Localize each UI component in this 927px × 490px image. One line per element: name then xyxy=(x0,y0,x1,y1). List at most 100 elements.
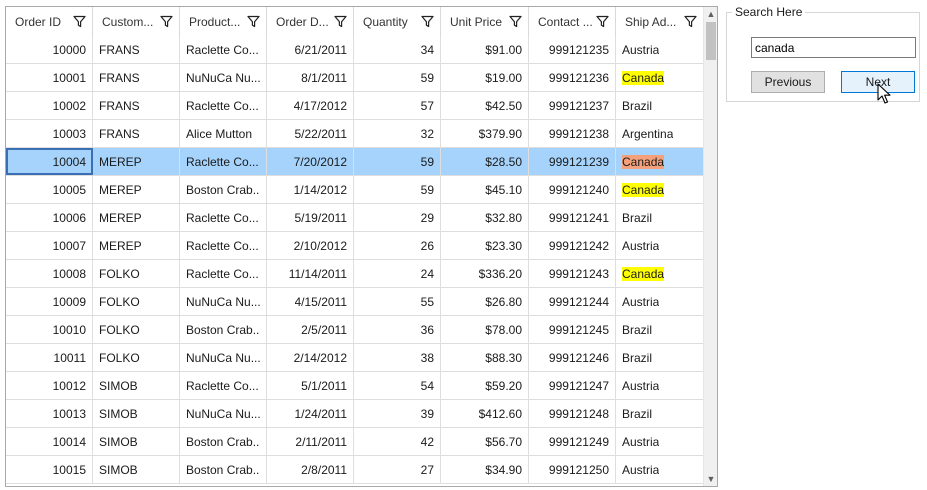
table-cell[interactable]: 10000 xyxy=(6,36,93,63)
table-cell[interactable]: SIMOB xyxy=(93,456,180,483)
table-cell[interactable]: $42.50 xyxy=(441,92,529,119)
chevron-down-icon[interactable]: ▼ xyxy=(704,472,717,486)
table-cell[interactable]: Brazil xyxy=(616,92,704,119)
table-cell[interactable]: $88.30 xyxy=(441,344,529,371)
table-cell[interactable]: 5/19/2011 xyxy=(267,204,354,231)
table-cell[interactable]: Austria xyxy=(616,372,704,399)
table-cell[interactable]: Raclette Co... xyxy=(180,92,267,119)
table-cell[interactable]: $59.20 xyxy=(441,372,529,399)
table-cell[interactable]: FOLKO xyxy=(93,288,180,315)
table-cell[interactable]: 5/1/2011 xyxy=(267,372,354,399)
table-cell[interactable]: Canada xyxy=(616,260,704,287)
table-cell[interactable]: 999121237 xyxy=(529,92,616,119)
table-cell[interactable]: MEREP xyxy=(93,232,180,259)
table-cell[interactable]: 59 xyxy=(354,148,441,175)
table-cell[interactable]: 55 xyxy=(354,288,441,315)
column-header[interactable]: Quantity xyxy=(354,7,441,36)
table-cell[interactable]: 29 xyxy=(354,204,441,231)
table-cell[interactable]: $78.00 xyxy=(441,316,529,343)
table-cell[interactable]: FOLKO xyxy=(93,316,180,343)
table-row[interactable]: 10008 FOLKO Raclette Co... 11/14/2011 24 $336… xyxy=(6,260,704,288)
table-cell[interactable]: Austria xyxy=(616,36,704,63)
table-row[interactable]: 10011 FOLKO NuNuCa Nu... 2/14/2012 38 $88.30 9… xyxy=(6,344,704,372)
table-cell[interactable]: 5/22/2011 xyxy=(267,120,354,147)
table-cell[interactable]: 59 xyxy=(354,64,441,91)
table-cell[interactable]: FOLKO xyxy=(93,260,180,287)
table-cell[interactable]: Brazil xyxy=(616,316,704,343)
table-row[interactable]: 10012 SIMOB Raclette Co... 5/1/2011 54 $59.20… xyxy=(6,372,704,400)
table-cell[interactable]: Boston Crab... xyxy=(180,176,267,203)
orders-data-grid[interactable]: Order ID Custom... Product... Order D... Qua… xyxy=(5,6,718,487)
table-cell[interactable]: NuNuCa Nu... xyxy=(180,344,267,371)
column-header[interactable]: Order D... xyxy=(267,7,354,36)
table-cell[interactable]: $45.10 xyxy=(441,176,529,203)
table-cell[interactable]: Raclette Co... xyxy=(180,260,267,287)
table-cell[interactable]: $34.90 xyxy=(441,456,529,483)
table-cell[interactable]: 57 xyxy=(354,92,441,119)
table-cell[interactable]: 34 xyxy=(354,36,441,63)
table-cell[interactable]: $32.80 xyxy=(441,204,529,231)
table-cell[interactable]: NuNuCa Nu... xyxy=(180,64,267,91)
table-row[interactable]: 10002 FRANS Raclette Co... 4/17/2012 57 $42.5… xyxy=(6,92,704,120)
table-cell[interactable]: SIMOB xyxy=(93,400,180,427)
chevron-up-icon[interactable]: ▲ xyxy=(704,7,717,21)
table-cell[interactable]: 32 xyxy=(354,120,441,147)
table-cell[interactable]: 2/5/2011 xyxy=(267,316,354,343)
table-cell[interactable]: MEREP xyxy=(93,176,180,203)
table-cell[interactable]: 999121236 xyxy=(529,64,616,91)
table-cell[interactable]: 10014 xyxy=(6,428,93,455)
filter-icon[interactable] xyxy=(421,15,434,28)
table-cell[interactable]: 999121241 xyxy=(529,204,616,231)
table-cell[interactable]: Boston Crab... xyxy=(180,428,267,455)
table-cell[interactable]: Canada xyxy=(616,64,704,91)
table-cell[interactable]: 10009 xyxy=(6,288,93,315)
filter-icon[interactable] xyxy=(509,15,522,28)
table-cell[interactable]: 10007 xyxy=(6,232,93,259)
table-cell[interactable]: 10013 xyxy=(6,400,93,427)
table-cell[interactable]: Brazil xyxy=(616,344,704,371)
table-cell[interactable]: $91.00 xyxy=(441,36,529,63)
table-cell[interactable]: 36 xyxy=(354,316,441,343)
table-row[interactable]: 10015 SIMOB Boston Crab... 2/8/2011 27 $34.90… xyxy=(6,456,704,484)
table-cell[interactable]: 24 xyxy=(354,260,441,287)
table-cell[interactable]: 59 xyxy=(354,176,441,203)
table-cell[interactable]: 10015 xyxy=(6,456,93,483)
table-cell[interactable]: 999121238 xyxy=(529,120,616,147)
filter-icon[interactable] xyxy=(684,15,697,28)
table-cell[interactable]: 999121242 xyxy=(529,232,616,259)
table-cell[interactable]: 10011 xyxy=(6,344,93,371)
table-row[interactable]: 10010 FOLKO Boston Crab... 2/5/2011 36 $78.00… xyxy=(6,316,704,344)
table-cell[interactable]: 999121245 xyxy=(529,316,616,343)
table-cell[interactable]: 4/15/2011 xyxy=(267,288,354,315)
table-cell[interactable]: Canada xyxy=(616,148,704,175)
table-cell[interactable]: $19.00 xyxy=(441,64,529,91)
table-cell[interactable]: $412.60 xyxy=(441,400,529,427)
table-cell[interactable]: 1/14/2012 xyxy=(267,176,354,203)
column-header[interactable]: Product... xyxy=(180,7,267,36)
table-cell[interactable]: 8/1/2011 xyxy=(267,64,354,91)
table-row[interactable]: 10001 FRANS NuNuCa Nu... 8/1/2011 59 $19.00 99… xyxy=(6,64,704,92)
table-cell[interactable]: 999121243 xyxy=(529,260,616,287)
filter-icon[interactable] xyxy=(334,15,347,28)
table-cell[interactable]: $379.90 xyxy=(441,120,529,147)
table-cell[interactable]: 2/8/2011 xyxy=(267,456,354,483)
table-cell[interactable]: 2/10/2012 xyxy=(267,232,354,259)
filter-icon[interactable] xyxy=(596,15,609,28)
table-cell[interactable]: 11/14/2011 xyxy=(267,260,354,287)
table-cell[interactable]: Raclette Co... xyxy=(180,204,267,231)
table-cell[interactable]: 10006 xyxy=(6,204,93,231)
column-header[interactable]: Order ID xyxy=(6,7,93,36)
table-cell[interactable]: 4/17/2012 xyxy=(267,92,354,119)
table-cell[interactable]: 999121239 xyxy=(529,148,616,175)
table-row[interactable]: 10005 MEREP Boston Crab... 1/14/2012 59 $45.1… xyxy=(6,176,704,204)
scrollbar-thumb[interactable] xyxy=(706,22,716,60)
vertical-scrollbar[interactable]: ▲ ▼ xyxy=(703,7,717,486)
table-cell[interactable]: 27 xyxy=(354,456,441,483)
table-cell[interactable]: 26 xyxy=(354,232,441,259)
column-header[interactable]: Custom... xyxy=(93,7,180,36)
table-cell[interactable]: $56.70 xyxy=(441,428,529,455)
table-cell[interactable]: 54 xyxy=(354,372,441,399)
table-cell[interactable]: Brazil xyxy=(616,400,704,427)
table-cell[interactable]: 1/24/2011 xyxy=(267,400,354,427)
previous-button[interactable]: Previous xyxy=(751,71,825,93)
